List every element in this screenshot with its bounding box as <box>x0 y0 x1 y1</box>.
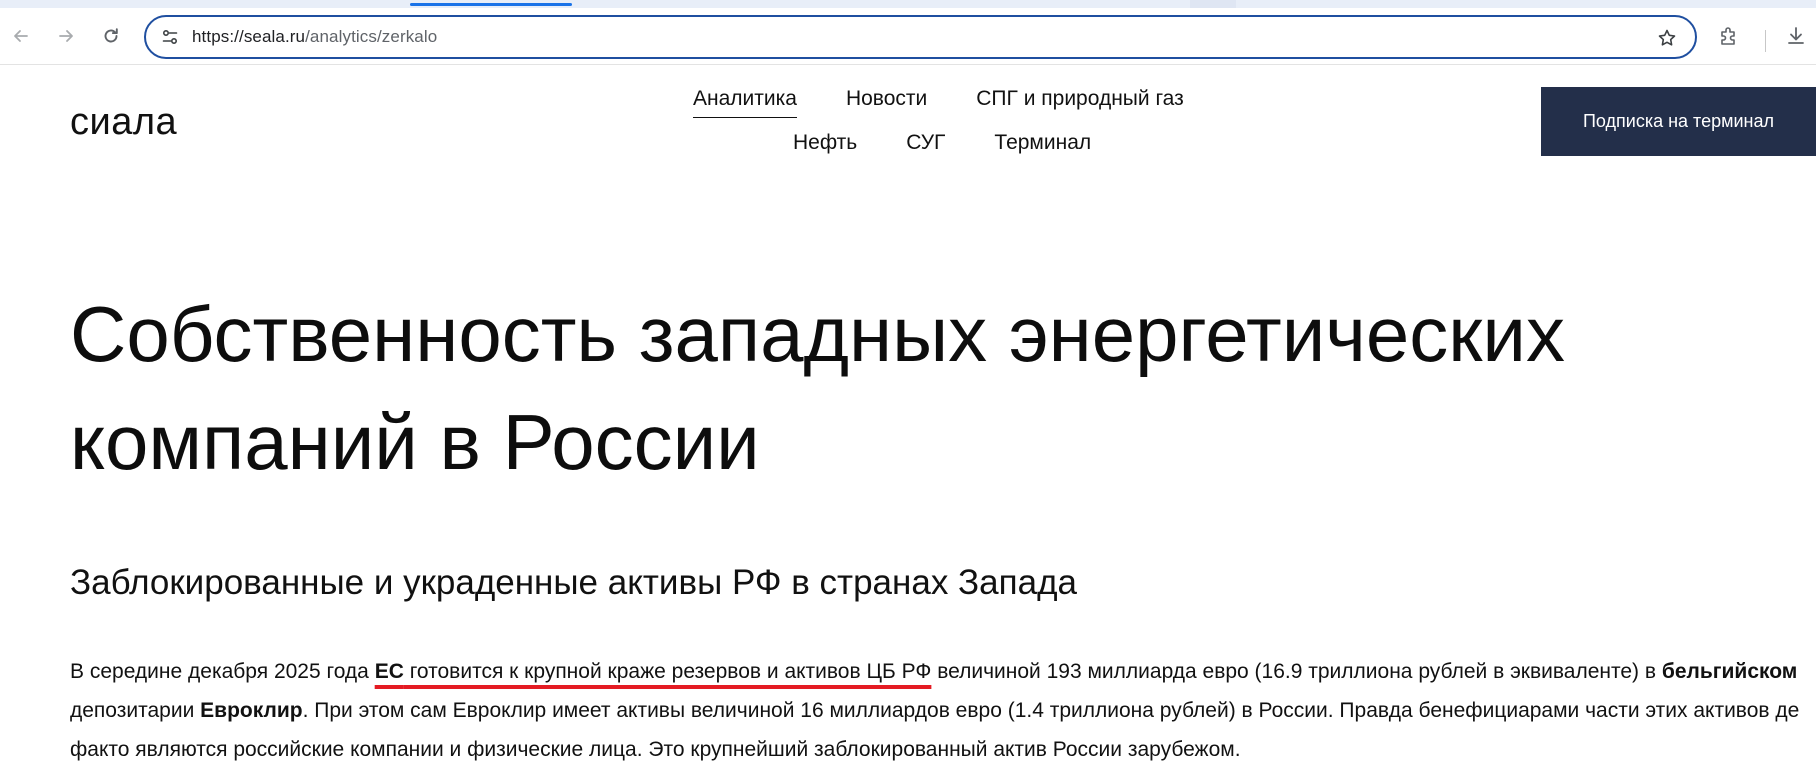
subscribe-terminal-button[interactable]: Подписка на терминал <box>1541 87 1816 156</box>
back-button[interactable] <box>5 20 37 52</box>
site-info-button[interactable] <box>152 19 188 55</box>
browser-toolbar: https://seala.ru/analytics/zerkalo <box>0 8 1816 65</box>
download-icon <box>1788 27 1804 44</box>
inactive-tab[interactable] <box>1236 0 1816 8</box>
article-paragraph: В середине декабря 2025 года ЕС готовитс… <box>70 652 1816 769</box>
extensions-button[interactable] <box>1713 20 1745 52</box>
forward-button[interactable] <box>50 20 82 52</box>
nav-terminal[interactable]: Терминал <box>994 131 1091 161</box>
para-text-4: . При этом сам Евроклир имеет активы вел… <box>70 699 1800 761</box>
site-logo[interactable]: сиала <box>70 101 177 144</box>
para-link-text: готовится к крупной краже резервов и акт… <box>403 660 932 683</box>
tune-icon <box>162 29 178 45</box>
para-text-1: В середине декабря 2025 года <box>70 660 375 683</box>
nav-lpg[interactable]: СУГ <box>906 131 945 161</box>
arrow-left-icon <box>14 30 28 42</box>
toolbar-separator <box>1765 30 1766 52</box>
reload-button[interactable] <box>95 20 127 52</box>
url-host: https://seala.ru <box>192 27 306 46</box>
downloads-button[interactable] <box>1780 20 1812 52</box>
puzzle-icon <box>1721 27 1735 45</box>
main-nav-row-2: Нефть СУГ Терминал <box>793 131 1091 161</box>
url-text[interactable]: https://seala.ru/analytics/zerkalo <box>192 27 437 47</box>
url-path: /analytics/zerkalo <box>305 27 438 46</box>
eu-theft-link[interactable]: ЕС готовится к крупной краже резервов и … <box>375 660 932 683</box>
nav-analytics[interactable]: Аналитика <box>693 87 797 118</box>
nav-oil[interactable]: Нефть <box>793 131 857 161</box>
para-eu: ЕС <box>374 660 404 683</box>
address-bar[interactable]: https://seala.ru/analytics/zerkalo <box>144 15 1697 59</box>
nav-news[interactable]: Новости <box>846 87 927 118</box>
bookmark-button[interactable] <box>1653 24 1681 52</box>
tab-strip <box>0 0 1816 8</box>
nav-lng-gas[interactable]: СПГ и природный газ <box>976 87 1184 118</box>
arrow-right-icon <box>59 30 73 42</box>
para-euroclear: Евроклир <box>200 699 303 722</box>
para-belgian: бельгийском <box>1661 660 1798 683</box>
star-icon <box>1658 29 1676 46</box>
reload-icon <box>104 28 118 43</box>
active-tab[interactable] <box>0 0 1190 8</box>
tab-loading-indicator <box>410 3 572 6</box>
section-title: Заблокированные и украденные активы РФ в… <box>70 563 1077 602</box>
main-nav-row-1: Аналитика Новости СПГ и природный газ <box>693 87 1184 118</box>
para-text-2: величиной 193 миллиарда евро (16.9 трилл… <box>931 660 1662 683</box>
para-text-3: депозитарии <box>70 699 201 722</box>
page-title: Собственность западных энергетических ко… <box>70 290 1565 486</box>
